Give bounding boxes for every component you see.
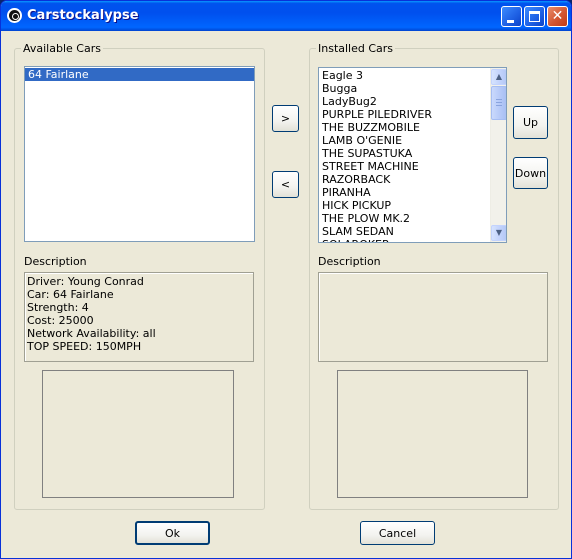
title-bar[interactable]: Carstockalypse ✕	[1, 1, 571, 31]
installed-car-item[interactable]: SLAM SEDAN	[319, 225, 489, 238]
installed-car-preview	[337, 370, 528, 498]
scroll-down-icon[interactable]: ▼	[491, 225, 506, 241]
installed-car-item[interactable]: PIRANHA	[319, 186, 489, 199]
available-description-box: Driver: Young Conrad Car: 64 Fairlane Stre…	[24, 272, 254, 362]
installed-car-item[interactable]: RAZORBACK	[319, 173, 489, 186]
installed-car-item[interactable]: STREET MACHINE	[319, 160, 489, 173]
installed-car-item[interactable]: PURPLE PILEDRIVER	[319, 108, 489, 121]
description-line: Driver: Young Conrad	[27, 275, 144, 288]
ok-button[interactable]: Ok	[135, 521, 210, 545]
installed-car-item[interactable]: LadyBug2	[319, 95, 489, 108]
close-icon: ✕	[551, 8, 564, 24]
available-car-item[interactable]: 64 Fairlane	[25, 68, 254, 81]
available-cars-list[interactable]: 64 Fairlane	[24, 66, 255, 242]
installed-car-item[interactable]: Bugga	[319, 82, 489, 95]
installed-description-box	[318, 272, 548, 362]
available-description-label: Description	[24, 255, 87, 268]
thumb-grip	[496, 102, 502, 103]
installed-cars-list[interactable]: Eagle 3 Bugga LadyBug2 PURPLE PILEDRIVER THE…	[319, 69, 489, 242]
remove-car-button[interactable]: <	[272, 171, 299, 198]
description-line: Car: 64 Fairlane	[27, 288, 114, 301]
installed-car-item[interactable]: Eagle 3	[319, 69, 489, 82]
installed-cars-listbox[interactable]: Eagle 3 Bugga LadyBug2 PURPLE PILEDRIVER THE…	[318, 67, 507, 243]
installed-car-item[interactable]: LAMB O'GENIE	[319, 134, 489, 147]
app-icon	[7, 8, 22, 23]
thumb-grip	[496, 105, 502, 106]
installed-car-item[interactable]: THE SUPASTUKA	[319, 147, 489, 160]
close-button[interactable]: ✕	[547, 6, 568, 27]
thumb-grip	[496, 99, 502, 100]
maximize-button[interactable]	[524, 6, 545, 27]
description-line: Cost: 25000	[27, 314, 94, 327]
installed-car-item[interactable]: THE BUZZMOBILE	[319, 121, 489, 134]
scroll-up-icon[interactable]: ▲	[491, 69, 506, 85]
maximize-icon	[529, 11, 540, 22]
installed-car-item[interactable]: HICK PICKUP	[319, 199, 489, 212]
installed-cars-label: Installed Cars	[318, 42, 394, 55]
add-car-button[interactable]: >	[272, 105, 299, 132]
installed-car-item[interactable]: THE PLOW MK.2	[319, 212, 489, 225]
installed-list-scrollbar[interactable]: ▲ ▼	[490, 68, 506, 242]
window-title: Carstockalypse	[27, 8, 139, 23]
description-line: Network Availability: all	[27, 327, 156, 340]
available-car-preview	[42, 370, 234, 498]
scroll-thumb[interactable]	[491, 86, 506, 120]
description-line: TOP SPEED: 150MPH	[27, 340, 142, 353]
app-window: Carstockalypse ✕ Available Cars 64 Fairl…	[0, 0, 572, 559]
minimize-button[interactable]	[501, 6, 522, 27]
available-cars-label: Available Cars	[23, 42, 101, 55]
installed-car-item[interactable]: SOLAROKER	[319, 238, 489, 242]
installed-description-label: Description	[318, 255, 381, 268]
cancel-button[interactable]: Cancel	[360, 521, 435, 545]
move-up-button[interactable]: Up	[513, 106, 548, 139]
description-line: Strength: 4	[27, 301, 89, 314]
minimize-icon	[507, 20, 514, 23]
move-down-button[interactable]: Down	[513, 157, 548, 189]
